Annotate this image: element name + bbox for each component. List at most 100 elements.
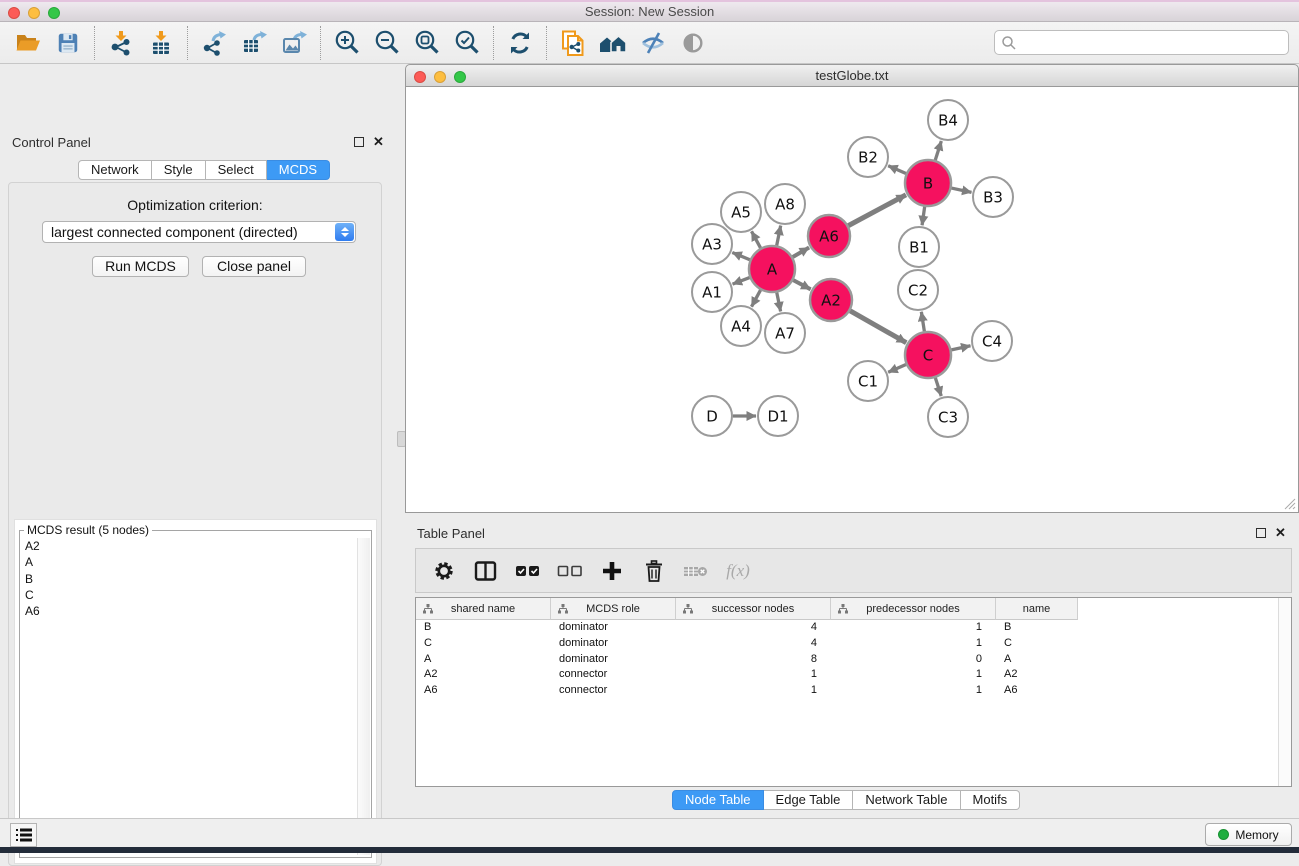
graph-edge[interactable] <box>752 290 761 307</box>
graph-node-C[interactable]: C <box>905 332 951 378</box>
tab-select[interactable]: Select <box>206 160 267 180</box>
graph-edge[interactable] <box>848 195 906 226</box>
tab-network-table[interactable]: Network Table <box>853 790 960 810</box>
table-row[interactable]: Bdominator41B <box>416 620 1291 636</box>
zoom-window-button[interactable] <box>454 71 466 83</box>
zoom-window-button[interactable] <box>48 7 60 19</box>
graph-edge[interactable] <box>888 365 906 373</box>
result-item[interactable]: B <box>22 571 355 587</box>
float-panel-icon[interactable] <box>354 137 364 147</box>
graph-node-D1[interactable]: D1 <box>758 396 798 436</box>
graph-edge[interactable] <box>733 278 750 285</box>
graph-node-A5[interactable]: A5 <box>721 192 761 232</box>
zoom-out-button[interactable] <box>367 25 407 61</box>
tab-mcds[interactable]: MCDS <box>267 160 330 180</box>
deselect-all-checkboxes-button[interactable] <box>556 556 584 586</box>
table-row[interactable]: Adominator80A <box>416 652 1291 668</box>
add-column-button[interactable] <box>598 556 626 586</box>
result-item[interactable]: C <box>22 587 355 603</box>
network-window-titlebar[interactable]: testGlobe.txt <box>405 64 1299 87</box>
column-header-shared-name[interactable]: shared name <box>416 598 551 620</box>
column-header-name[interactable]: name <box>996 598 1078 620</box>
export-image-button[interactable] <box>274 25 314 61</box>
tab-motifs[interactable]: Motifs <box>961 790 1021 810</box>
graph-edge[interactable] <box>951 346 970 350</box>
result-item[interactable]: A2 <box>22 538 355 554</box>
close-panel-button[interactable]: Close panel <box>202 256 306 277</box>
table-row[interactable]: A2connector11A2 <box>416 667 1291 683</box>
graph-node-A7[interactable]: A7 <box>765 313 805 353</box>
graph-node-C2[interactable]: C2 <box>898 270 938 310</box>
tab-node-table[interactable]: Node Table <box>672 790 764 810</box>
select-all-checkboxes-button[interactable] <box>514 556 542 586</box>
graph-edge[interactable] <box>793 280 810 289</box>
graph-edge[interactable] <box>888 166 906 174</box>
memory-button[interactable]: Memory <box>1205 823 1292 846</box>
hide-details-button[interactable] <box>633 25 673 61</box>
graph-edge[interactable] <box>752 231 761 248</box>
network-graph[interactable]: B4B2BB3A8A5A6A3B1AA1C2A2A4A7C4CC1C3DD1 <box>406 87 1298 511</box>
result-scrollbar[interactable] <box>357 538 370 855</box>
column-layout-button[interactable] <box>472 556 500 586</box>
result-item[interactable]: A <box>22 554 355 570</box>
graph-node-A[interactable]: A <box>749 246 795 292</box>
open-session-button[interactable] <box>8 25 48 61</box>
graph-node-A2[interactable]: A2 <box>810 279 852 321</box>
zoom-in-button[interactable] <box>327 25 367 61</box>
export-network-button[interactable] <box>194 25 234 61</box>
task-history-button[interactable] <box>10 823 37 847</box>
graph-edge[interactable] <box>951 188 971 192</box>
result-item[interactable]: A6 <box>22 603 355 619</box>
minimize-window-button[interactable] <box>434 71 446 83</box>
column-header-mcds-role[interactable]: MCDS role <box>551 598 676 620</box>
column-header-successor-nodes[interactable]: successor nodes <box>676 598 831 620</box>
minimize-window-button[interactable] <box>28 7 40 19</box>
graph-edge[interactable] <box>793 248 809 257</box>
import-table-button[interactable] <box>141 25 181 61</box>
save-session-button[interactable] <box>48 25 88 61</box>
graph-edge[interactable] <box>921 312 924 332</box>
float-panel-icon[interactable] <box>1256 528 1266 538</box>
graph-node-A8[interactable]: A8 <box>765 184 805 224</box>
search-input[interactable] <box>1017 33 1288 53</box>
graph-node-D[interactable]: D <box>692 396 732 436</box>
resize-grip-icon[interactable] <box>1282 496 1296 510</box>
graph-node-A6[interactable]: A6 <box>808 215 850 257</box>
table-settings-button[interactable] <box>430 556 458 586</box>
graph-node-C1[interactable]: C1 <box>848 361 888 401</box>
window-controls[interactable] <box>8 7 60 19</box>
column-header-predecessor-nodes[interactable]: predecessor nodes <box>831 598 996 620</box>
graph-node-B1[interactable]: B1 <box>899 227 939 267</box>
graph-edge[interactable] <box>935 378 941 396</box>
search-box[interactable] <box>994 30 1289 55</box>
delete-table-button[interactable] <box>682 556 710 586</box>
graph-node-B4[interactable]: B4 <box>928 100 968 140</box>
close-panel-icon[interactable]: ✕ <box>1275 527 1286 539</box>
graph-node-A4[interactable]: A4 <box>721 306 761 346</box>
export-table-button[interactable] <box>234 25 274 61</box>
tab-edge-table[interactable]: Edge Table <box>764 790 854 810</box>
node-table[interactable]: shared name MCDS role successor nodes pr… <box>415 597 1292 787</box>
network-window-controls[interactable] <box>414 71 466 83</box>
show-details-button[interactable] <box>673 25 713 61</box>
graph-edge[interactable] <box>935 141 941 160</box>
table-scrollbar[interactable] <box>1278 598 1291 786</box>
import-network-button[interactable] <box>101 25 141 61</box>
function-builder-button[interactable]: f(x) <box>724 556 752 586</box>
graph-node-A3[interactable]: A3 <box>692 224 732 264</box>
graph-edge[interactable] <box>922 207 925 225</box>
table-row[interactable]: Cdominator41C <box>416 636 1291 652</box>
graph-edge[interactable] <box>777 293 781 312</box>
tab-network[interactable]: Network <box>78 160 152 180</box>
neighbors-button[interactable] <box>593 25 633 61</box>
network-canvas[interactable]: B4B2BB3A8A5A6A3B1AA1C2A2A4A7C4CC1C3DD1 <box>405 87 1299 513</box>
run-mcds-button[interactable]: Run MCDS <box>92 256 189 277</box>
close-window-button[interactable] <box>8 7 20 19</box>
zoom-fit-button[interactable] <box>407 25 447 61</box>
zoom-selected-button[interactable] <box>447 25 487 61</box>
graph-node-B[interactable]: B <box>905 160 951 206</box>
refresh-layout-button[interactable] <box>500 25 540 61</box>
graph-node-A1[interactable]: A1 <box>692 272 732 312</box>
graph-edge[interactable] <box>777 226 781 246</box>
table-row[interactable]: A6connector11A6 <box>416 683 1291 699</box>
